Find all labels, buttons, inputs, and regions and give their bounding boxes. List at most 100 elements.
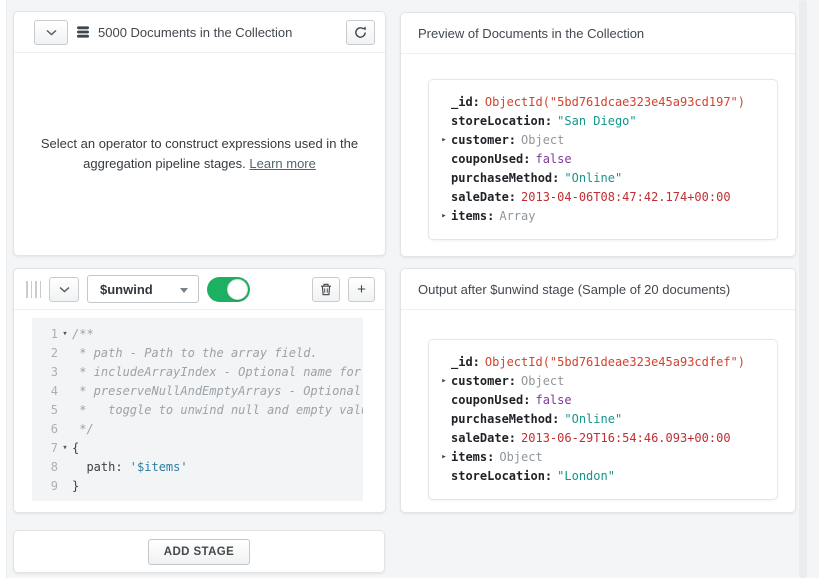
database-icon xyxy=(76,25,90,39)
stage-enabled-toggle[interactable] xyxy=(207,277,250,302)
field-key: couponUsed: xyxy=(451,150,530,169)
expand-arrow-icon[interactable]: ▸ xyxy=(437,131,451,150)
document-field: ▸items: Object xyxy=(437,448,769,467)
document-preview-card: _id: ObjectId("5bd761dcae323e45a93cd197")… xyxy=(428,79,778,240)
field-value: "San Diego" xyxy=(557,112,636,131)
field-key: couponUsed: xyxy=(451,391,530,410)
document-output-card: _id:ObjectId("5bd761deae323e45a93cdfef")… xyxy=(428,339,778,500)
preview-panel: Preview of Documents in the Collection _… xyxy=(400,12,796,257)
add-stage-button[interactable]: ADD STAGE xyxy=(148,539,250,565)
document-field: ▸customer:Object xyxy=(437,372,769,391)
code-text: } xyxy=(72,477,79,496)
stage-card: $unwind + 1▾/**2 * path - Path to the ar… xyxy=(13,268,386,513)
field-key: customer: xyxy=(451,131,516,150)
expand-arrow-icon[interactable]: ▸ xyxy=(437,207,451,226)
field-key: storeLocation: xyxy=(451,112,552,131)
expand-arrow-icon[interactable]: ▸ xyxy=(437,372,451,391)
line-number: 8 xyxy=(38,458,58,477)
code-line: 5 * toggle to unwind null and empty valu… xyxy=(38,401,363,420)
refresh-icon xyxy=(354,26,367,39)
field-value: ObjectId("5bd761dcae323e45a93cd197") xyxy=(485,93,745,112)
line-number: 5 xyxy=(38,401,58,420)
field-value: "Online" xyxy=(564,410,622,429)
drag-handle-icon[interactable] xyxy=(26,281,41,298)
code-line: 9} xyxy=(38,477,363,496)
scrollbar-track[interactable] xyxy=(799,0,807,578)
field-key: _id: xyxy=(451,353,480,372)
expand-arrow-placeholder xyxy=(437,93,451,112)
refresh-button[interactable] xyxy=(346,20,375,45)
expand-arrow-placeholder xyxy=(437,429,451,448)
select-caret-icon xyxy=(180,288,188,293)
line-number: 7 xyxy=(38,439,58,458)
code-token-comment: /** xyxy=(72,327,94,341)
code-text: * preserveNullAndEmptyArrays - Optional xyxy=(72,382,361,401)
code-line: 7▾{ xyxy=(38,439,363,458)
code-text: /** xyxy=(72,325,94,344)
stage-operator-value: $unwind xyxy=(100,282,153,297)
stage-operator-select[interactable]: $unwind xyxy=(87,275,199,303)
stage-header: $unwind + xyxy=(14,269,385,310)
stage-code-editor[interactable]: 1▾/**2 * path - Path to the array field.… xyxy=(32,318,363,501)
field-value: Object xyxy=(521,131,564,150)
expand-arrow-placeholder xyxy=(437,188,451,207)
line-number: 1 xyxy=(38,325,58,344)
output-panel: Output after $unwind stage (Sample of 20… xyxy=(400,268,796,513)
field-key: items: xyxy=(451,448,494,467)
fold-arrow-icon[interactable]: ▾ xyxy=(58,439,72,458)
expand-arrow-placeholder xyxy=(437,467,451,486)
chevron-down-icon xyxy=(46,29,57,36)
field-value: Object xyxy=(521,372,564,391)
collapse-stage-button[interactable] xyxy=(49,277,79,302)
document-field: ▸items:Array xyxy=(437,207,769,226)
field-key: purchaseMethod: xyxy=(451,410,559,429)
output-panel-title: Output after $unwind stage (Sample of 20… xyxy=(418,282,730,297)
code-token-string: '$items' xyxy=(130,460,188,474)
document-field: _id: ObjectId("5bd761dcae323e45a93cd197") xyxy=(437,93,769,112)
code-text: * includeArrayIndex - Optional name for … xyxy=(72,363,363,382)
code-token-comment: * preserveNullAndEmptyArrays - Optional xyxy=(72,384,361,398)
output-panel-header: Output after $unwind stage (Sample of 20… xyxy=(401,269,795,310)
document-field: storeLocation: "London" xyxy=(437,467,769,486)
field-key: _id: xyxy=(451,93,480,112)
expand-arrow-placeholder xyxy=(437,169,451,188)
fold-placeholder xyxy=(58,363,72,382)
add-stage-after-button[interactable]: + xyxy=(348,277,375,302)
field-value: Object xyxy=(499,448,542,467)
field-key: purchaseMethod: xyxy=(451,169,559,188)
field-key: storeLocation: xyxy=(451,467,552,486)
fold-placeholder xyxy=(58,344,72,363)
code-line: 8 path: '$items' xyxy=(38,458,363,477)
document-field: saleDate:2013-04-06T08:47:42.174+00:00 xyxy=(437,188,769,207)
field-value: 2013-06-29T16:54:46.093+00:00 xyxy=(521,429,731,448)
code-line: 1▾/** xyxy=(38,325,363,344)
expand-arrow-placeholder xyxy=(437,353,451,372)
collection-count-label: 5000 Documents in the Collection xyxy=(98,25,292,40)
fold-arrow-icon[interactable]: ▾ xyxy=(58,325,72,344)
learn-more-link[interactable]: Learn more xyxy=(249,156,315,171)
field-key: items: xyxy=(451,207,494,226)
preview-panel-title: Preview of Documents in the Collection xyxy=(418,26,644,41)
delete-stage-button[interactable] xyxy=(312,277,340,302)
code-token-comment: * path - Path to the array field. xyxy=(72,346,318,360)
plus-icon: + xyxy=(357,282,366,297)
field-key: saleDate: xyxy=(451,429,516,448)
collection-bar: 5000 Documents in the Collection xyxy=(14,12,385,53)
code-line: 4 * preserveNullAndEmptyArrays - Optiona… xyxy=(38,382,363,401)
code-token-plain: } xyxy=(72,479,79,493)
document-field: storeLocation: "San Diego" xyxy=(437,112,769,131)
expand-arrow-icon[interactable]: ▸ xyxy=(437,448,451,467)
document-field: purchaseMethod: "Online" xyxy=(437,410,769,429)
collapse-collection-button[interactable] xyxy=(34,20,68,45)
code-text: path: '$items' xyxy=(72,458,188,477)
fold-placeholder xyxy=(58,458,72,477)
trash-icon xyxy=(320,283,332,296)
code-line: 6 */ xyxy=(38,420,363,439)
expand-arrow-placeholder xyxy=(437,391,451,410)
fold-placeholder xyxy=(58,477,72,496)
code-token-comment: * toggle to unwind null and empty values… xyxy=(72,403,363,417)
line-number: 2 xyxy=(38,344,58,363)
add-stage-card: ADD STAGE xyxy=(13,530,385,573)
empty-pipeline-message: Select an operator to construct expressi… xyxy=(14,53,385,255)
field-value: "London" xyxy=(557,467,615,486)
